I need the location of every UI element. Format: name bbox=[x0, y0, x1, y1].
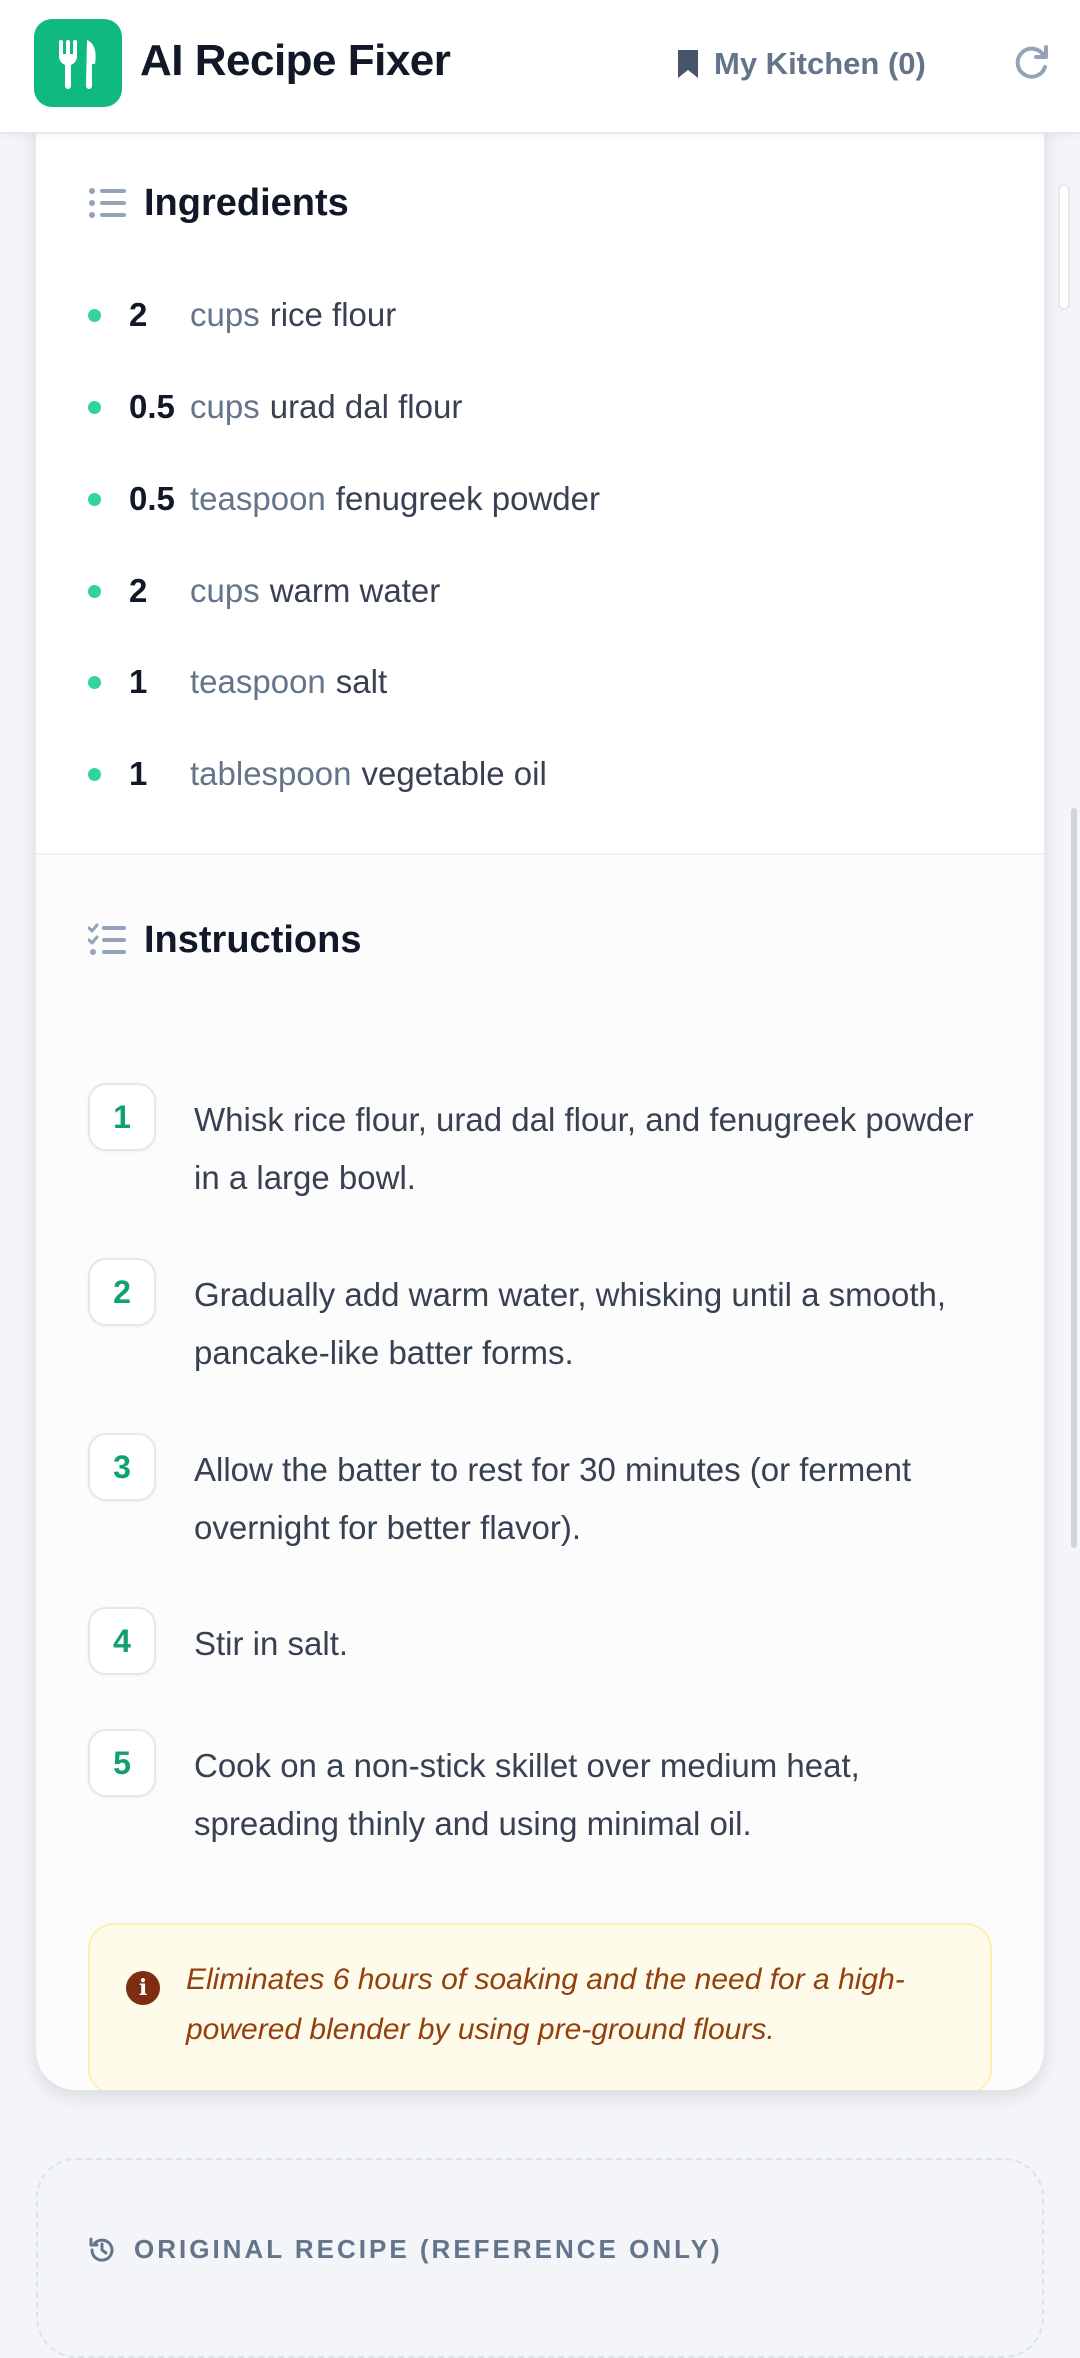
ingredient-item: 1 tablespoon vegetable oil bbox=[88, 749, 547, 799]
step-text: Whisk rice flour, urad dal flour, and fe… bbox=[194, 1101, 974, 1196]
ingredients-heading: Ingredients bbox=[88, 178, 349, 228]
ingredient-item: 2 cups rice flour bbox=[88, 290, 396, 340]
ingredient-qty: 2 bbox=[129, 296, 148, 333]
instructions-title: Instructions bbox=[144, 918, 362, 961]
original-recipe-panel[interactable]: ORIGINAL RECIPE (REFERENCE ONLY) bbox=[36, 2158, 1044, 2358]
step-text: Allow the batter to rest for 30 minutes … bbox=[194, 1451, 912, 1546]
step-number: 2 bbox=[88, 1258, 156, 1326]
bullet-dot bbox=[88, 492, 101, 506]
ingredient-qty: 2 bbox=[129, 572, 148, 609]
bullet-dot bbox=[88, 584, 101, 598]
original-recipe-heading: ORIGINAL RECIPE (REFERENCE ONLY) bbox=[88, 2234, 723, 2265]
my-kitchen-label: My Kitchen (0) bbox=[714, 46, 926, 81]
fork-knife-icon[interactable] bbox=[34, 19, 122, 107]
ingredient-item: 0.5 teaspoon fenugreek powder bbox=[88, 474, 600, 524]
instructions-section: Instructions 1 Whisk rice flour, urad da… bbox=[36, 855, 1044, 2090]
improvement-note: i Eliminates 6 hours of soaking and the … bbox=[88, 1923, 992, 2090]
inner-scrollbar[interactable] bbox=[1058, 184, 1070, 310]
ingredient-item: 2 cups warm water bbox=[88, 566, 440, 616]
ingredient-unit: cups bbox=[190, 572, 260, 609]
step-number: 1 bbox=[88, 1083, 156, 1151]
bullet-dot bbox=[88, 400, 101, 414]
ingredient-name: rice flour bbox=[269, 296, 397, 333]
ingredients-title: Ingredients bbox=[144, 181, 349, 224]
step-text: Stir in salt. bbox=[194, 1625, 349, 1662]
ingredient-unit: cups bbox=[190, 388, 260, 425]
refresh-icon[interactable] bbox=[1008, 38, 1056, 86]
ingredient-name: fenugreek powder bbox=[335, 480, 600, 517]
ingredients-section: Ingredients 2 cups rice flour 0.5 cups u… bbox=[36, 60, 1044, 853]
step-text: Cook on a non-stick skillet over medium … bbox=[194, 1747, 860, 1842]
info-icon: i bbox=[126, 1971, 160, 2005]
ingredient-qty: 0.5 bbox=[129, 480, 175, 517]
app-title: AI Recipe Fixer bbox=[140, 36, 451, 85]
instructions-heading: Instructions bbox=[88, 915, 361, 965]
history-icon bbox=[89, 2237, 114, 2262]
ingredient-name: vegetable oil bbox=[361, 755, 547, 792]
ingredient-item: 0.5 cups urad dal flour bbox=[88, 382, 462, 432]
bullet-dot bbox=[88, 308, 101, 322]
ingredient-unit: tablespoon bbox=[190, 755, 352, 792]
app-header: AI Recipe Fixer My Kitchen (0) bbox=[0, 0, 1080, 134]
bookmark-icon bbox=[678, 50, 698, 78]
ingredient-unit: cups bbox=[190, 296, 260, 333]
list-icon bbox=[89, 188, 126, 218]
recipe-card: Ingredients 2 cups rice flour 0.5 cups u… bbox=[36, 60, 1044, 2090]
ingredient-name: urad dal flour bbox=[269, 388, 463, 425]
note-text: Eliminates 6 hours of soaking and the ne… bbox=[186, 1963, 905, 2046]
page-scrollbar[interactable] bbox=[1071, 808, 1077, 1548]
ingredient-qty: 1 bbox=[129, 663, 148, 700]
ingredient-unit: teaspoon bbox=[190, 663, 326, 700]
ingredient-qty: 0.5 bbox=[129, 388, 175, 425]
ingredient-qty: 1 bbox=[129, 755, 148, 792]
original-recipe-title: ORIGINAL RECIPE (REFERENCE ONLY) bbox=[134, 2234, 723, 2264]
checklist-icon bbox=[88, 923, 126, 955]
step-number: 3 bbox=[88, 1433, 156, 1501]
step-number: 5 bbox=[88, 1729, 156, 1797]
ingredient-unit: teaspoon bbox=[190, 480, 326, 517]
ingredient-name: warm water bbox=[269, 572, 441, 609]
bullet-dot bbox=[88, 767, 101, 781]
step-text: Gradually add warm water, whisking until… bbox=[194, 1276, 947, 1371]
my-kitchen-button[interactable]: My Kitchen (0) bbox=[676, 42, 926, 86]
bullet-dot bbox=[88, 675, 101, 689]
ingredient-item: 1 teaspoon salt bbox=[88, 657, 387, 707]
ingredient-name: salt bbox=[335, 663, 388, 700]
step-number: 4 bbox=[88, 1607, 156, 1675]
